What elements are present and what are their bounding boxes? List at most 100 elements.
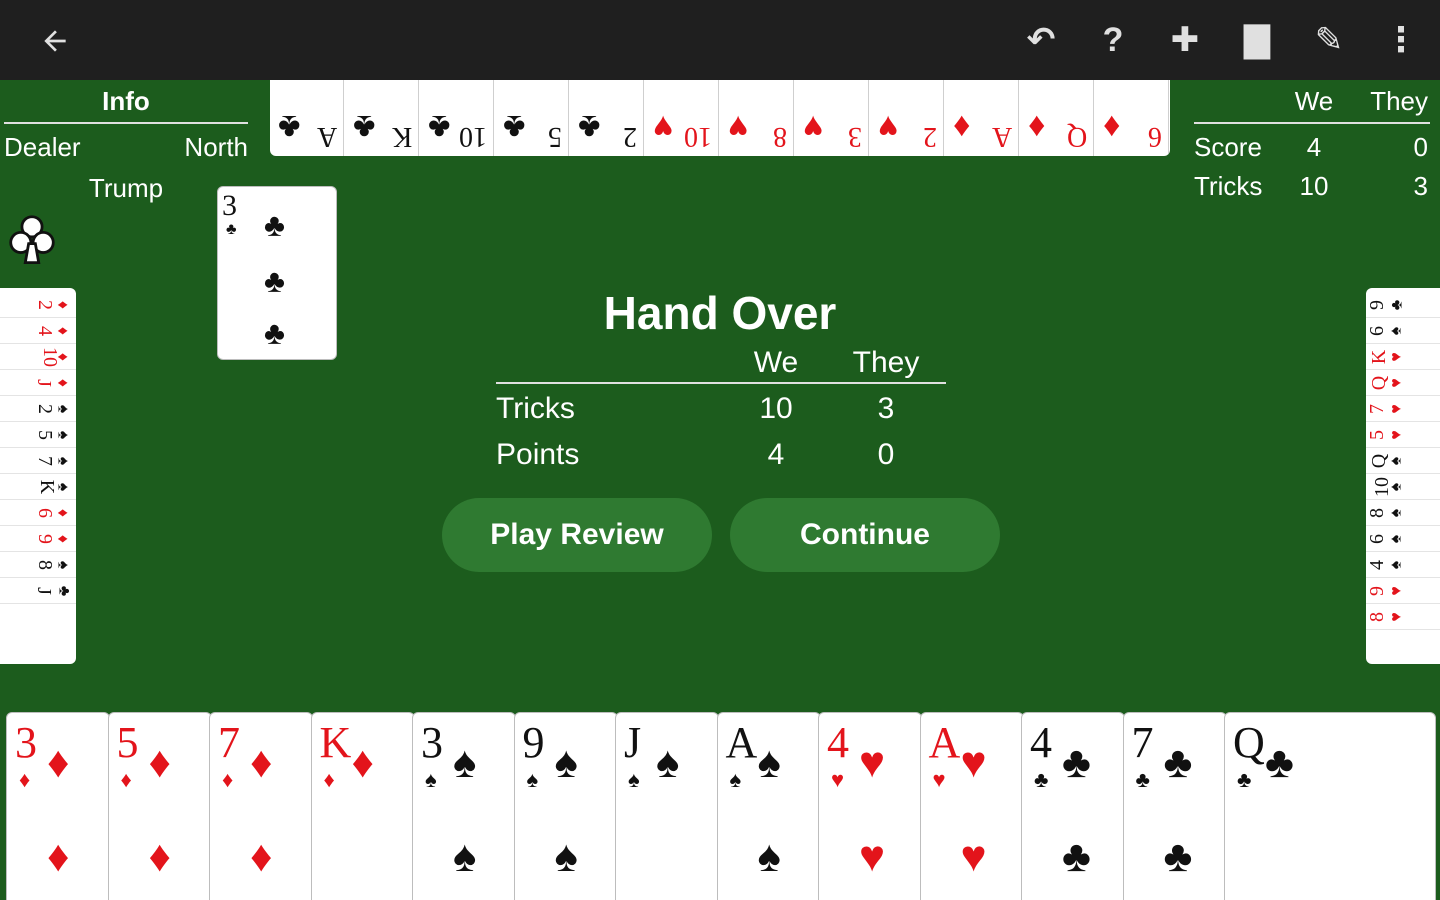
card-suit: ♦: [19, 767, 31, 792]
hand-card[interactable]: 3 ♠ ♠ ♠: [412, 712, 516, 900]
east-card: 8 ♥: [1366, 606, 1440, 630]
score-row: Score 4 0: [1194, 132, 1430, 163]
suit-pip: ♦: [351, 738, 374, 787]
north-card: 2 ♥: [870, 80, 944, 156]
card-rank: 3: [15, 718, 37, 767]
west-card: J ♣: [0, 580, 76, 604]
card-rank: A: [991, 121, 1012, 152]
score-header: We They: [1194, 86, 1430, 124]
continue-button[interactable]: Continue: [730, 498, 1000, 572]
hand-card[interactable]: J ♠ ♠: [615, 712, 719, 900]
suit-pip: ♣: [1062, 738, 1091, 787]
gamepad-button[interactable]: ✚: [1162, 17, 1208, 63]
card-rank: A: [725, 718, 758, 767]
play-review-button[interactable]: Play Review: [442, 498, 712, 572]
tricks-they: 3: [1413, 171, 1428, 201]
north-card: A ♦: [945, 80, 1019, 156]
hand-card[interactable]: 4 ♣ ♣ ♣: [1021, 712, 1125, 900]
hand-card[interactable]: 5 ♦ ♦ ♦: [107, 712, 212, 900]
card-deck-button[interactable]: ▇: [1234, 17, 1280, 63]
more-vert-button[interactable]: ⋮: [1378, 17, 1424, 63]
score-col-we: We: [1294, 86, 1334, 116]
hand-card[interactable]: A ♥ ♥ ♥: [919, 712, 1024, 900]
card-rank: 10: [684, 121, 712, 152]
help-button[interactable]: ?: [1090, 17, 1136, 63]
west-card: 10 ♦: [0, 346, 76, 370]
card-suit: ♥: [1387, 612, 1405, 622]
hand-card[interactable]: Q ♣ ♣: [1224, 712, 1436, 900]
card-suit: ♥: [1387, 430, 1405, 440]
card-deck-icon: ▇: [1243, 21, 1271, 59]
hand-card[interactable]: K ♦ ♦: [310, 712, 415, 900]
suit-pip: ♠: [757, 832, 781, 881]
card-suit: ♠: [54, 404, 72, 414]
col-we: We: [753, 346, 799, 379]
card-suit: ♣: [226, 221, 237, 238]
scoresheet-button[interactable]: ✎: [1306, 17, 1352, 63]
tricks-label: Tricks: [1194, 171, 1263, 201]
card-rank: Q: [1233, 718, 1265, 767]
score-label: Score: [1194, 132, 1262, 162]
east-card: 6 ♠: [1366, 320, 1440, 344]
card-suit: ♠: [526, 767, 539, 792]
hand-card[interactable]: 4 ♥ ♥ ♥: [818, 712, 922, 900]
table-row: Tricks 10 3: [496, 388, 946, 430]
suit-pip: ♦: [47, 832, 70, 881]
help-icon: ?: [1102, 20, 1124, 59]
card-suit: ♣: [503, 108, 526, 146]
hand-card[interactable]: A ♠ ♠ ♠: [716, 712, 821, 900]
card-suit: ♣: [1135, 767, 1150, 792]
row-label: Tricks: [496, 392, 575, 425]
west-card: 9 ♦: [0, 528, 76, 552]
card-suit: ♥: [1387, 586, 1405, 596]
card-suit: ♣: [1237, 767, 1252, 792]
west-card: 5 ♠: [0, 424, 76, 448]
card-suit: ♦: [1028, 108, 1046, 146]
suit-pip: ♦: [148, 738, 171, 787]
club-pip: ♣: [264, 315, 285, 351]
card-suit: ♣: [578, 108, 601, 146]
west-card: 4 ♦: [0, 320, 76, 344]
card-rank: 4: [827, 718, 849, 767]
card-suit: ♥: [878, 108, 899, 146]
back-button[interactable]: [34, 20, 76, 62]
hand-card[interactable]: 7 ♣ ♣ ♣: [1122, 712, 1227, 900]
card-suit: ♠: [1387, 326, 1405, 336]
card-suit: ♥: [1387, 352, 1405, 362]
north-card: 10 ♣: [420, 80, 494, 156]
card-rank: A: [316, 121, 337, 152]
north-card: 5 ♣: [495, 80, 569, 156]
suit-pip: ♠: [453, 832, 477, 881]
row-we: 10: [759, 392, 793, 425]
hand-card[interactable]: 7 ♦ ♦ ♦: [209, 712, 313, 900]
hand-card[interactable]: 9 ♠ ♠ ♠: [513, 712, 618, 900]
undo-button[interactable]: ↶: [1018, 17, 1064, 63]
east-card: 9 ♥: [1366, 580, 1440, 604]
row-label: Points: [496, 438, 580, 471]
card-suit: ♦: [54, 300, 72, 310]
clubs-icon: [9, 215, 55, 265]
suit-pip: ♣: [1163, 738, 1193, 787]
card-suit: ♥: [831, 767, 845, 792]
card-rank: 7: [218, 718, 240, 767]
card-suit: ♣: [353, 108, 376, 146]
played-card: 3 ♣ ♣ ♣ ♣: [217, 186, 337, 360]
west-card: 7 ♠: [0, 450, 76, 474]
hand-card[interactable]: 3 ♦ ♦ ♦: [6, 712, 110, 900]
west-card: J ♦: [0, 372, 76, 396]
card-suit: ♠: [1387, 534, 1405, 544]
card-suit: ♠: [54, 430, 72, 440]
score-we: 4: [1306, 132, 1322, 162]
top-app-bar: ↶? ✚ ▇ ✎ ⋮: [0, 0, 1440, 80]
club-pip: ♣: [264, 263, 285, 299]
toolbar-actions: ↶? ✚ ▇ ✎ ⋮: [1018, 16, 1424, 64]
west-card: 8 ♠: [0, 554, 76, 578]
card-suit: ♥: [932, 767, 946, 792]
card-rank: 7: [1131, 718, 1154, 767]
suit-pip: ♥: [960, 832, 987, 881]
east-card: Q ♠: [1366, 450, 1440, 474]
east-card: 10 ♠: [1366, 476, 1440, 500]
suit-pip: ♠: [757, 738, 781, 787]
suit-pip: ♦: [250, 832, 273, 881]
north-card: K ♣: [345, 80, 419, 156]
